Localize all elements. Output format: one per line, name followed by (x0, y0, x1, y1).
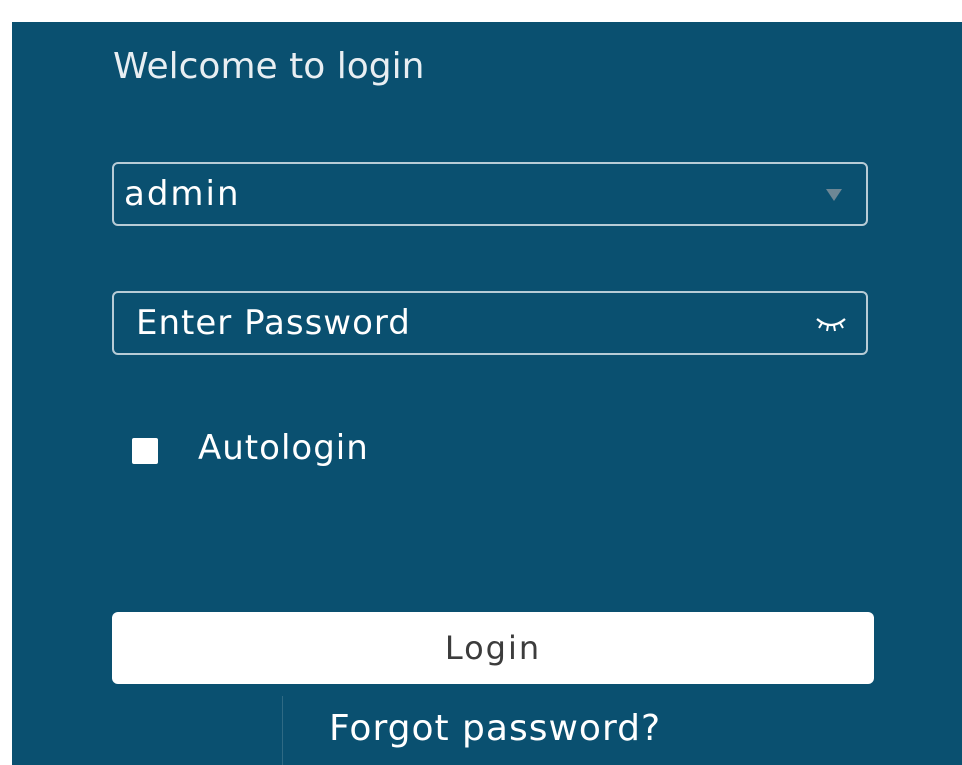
autologin-label[interactable]: Autologin (198, 428, 369, 468)
username-select[interactable]: admin (112, 162, 868, 226)
eye-closed-icon[interactable] (814, 313, 848, 335)
page-title: Welcome to login (113, 46, 425, 87)
login-button[interactable]: Login (112, 612, 874, 684)
password-placeholder: Enter Password (136, 303, 411, 343)
username-value: admin (124, 174, 241, 214)
forgot-password-link[interactable]: Forgot password? (329, 708, 661, 749)
chevron-down-icon[interactable] (826, 189, 842, 201)
autologin-checkbox[interactable] (132, 438, 158, 464)
divider (282, 696, 283, 765)
password-field[interactable]: Enter Password (112, 291, 868, 355)
login-panel: Welcome to login admin Enter Password Au… (12, 22, 962, 765)
